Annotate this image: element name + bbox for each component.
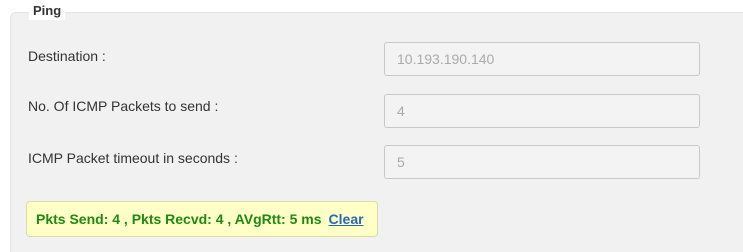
destination-field[interactable] <box>384 42 700 76</box>
packet-timeout-label: ICMP Packet timeout in seconds : <box>28 150 238 166</box>
packet-timeout-field[interactable] <box>384 145 700 179</box>
destination-label: Destination : <box>28 48 106 64</box>
ping-result-text: Pkts Send: 4 , Pkts Recvd: 4 , AVgRtt: 5… <box>36 211 322 227</box>
clear-link[interactable]: Clear <box>329 211 364 227</box>
packet-count-field[interactable] <box>384 94 700 128</box>
ping-result-box: Pkts Send: 4 , Pkts Recvd: 4 , AVgRtt: 5… <box>26 201 378 237</box>
section-title: Ping <box>29 2 66 20</box>
packet-count-label: No. Of ICMP Packets to send : <box>28 98 219 114</box>
